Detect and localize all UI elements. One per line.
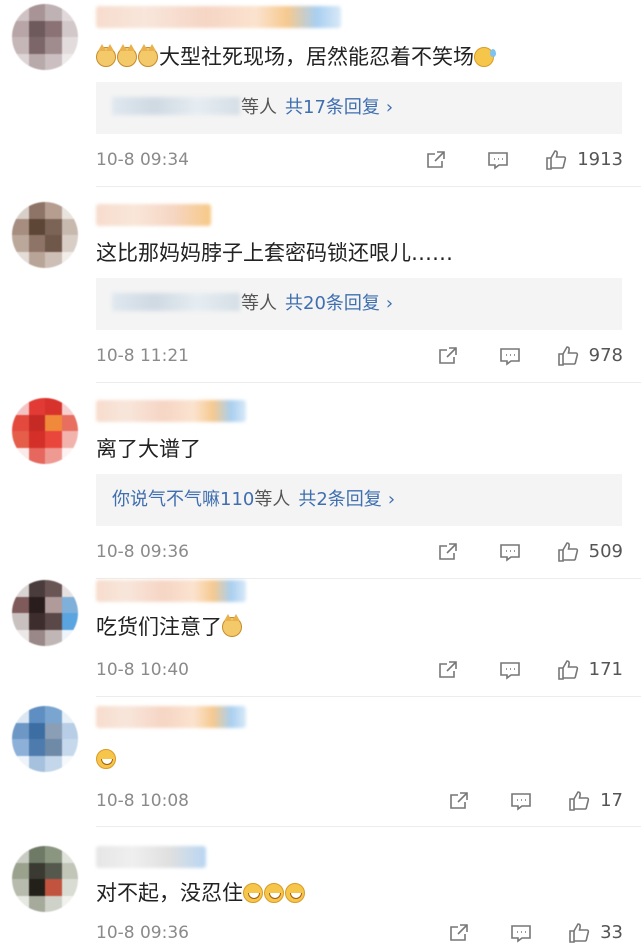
username[interactable] — [96, 846, 206, 868]
comment-meta: 10-8 11:21 978 — [96, 341, 623, 371]
comment-meta: 10-8 10:40 171 — [96, 655, 623, 685]
reply-count-link[interactable]: 共17条回复 — [285, 97, 380, 118]
divider — [96, 578, 641, 579]
like-count: 509 — [588, 541, 623, 562]
avatar[interactable] — [12, 580, 78, 646]
laugh-cry-emoji-icon — [243, 883, 263, 903]
comment-text: 这比那妈妈脖子上套密码锁还哏儿…… — [96, 241, 453, 265]
reply-count-link[interactable]: 共20条回复 — [285, 293, 380, 314]
username[interactable] — [96, 580, 246, 602]
comment-icon[interactable] — [497, 657, 523, 683]
like-icon[interactable] — [555, 539, 581, 565]
reply-username[interactable]: 你说气不气嘛110 — [112, 489, 254, 510]
like-count: 1913 — [577, 149, 623, 170]
comment-actions: 509 — [435, 537, 623, 567]
like-count: 33 — [600, 922, 623, 943]
comment-icon[interactable] — [508, 920, 534, 946]
timestamp: 10-8 09:36 — [96, 542, 189, 562]
username[interactable] — [96, 400, 246, 422]
avatar[interactable] — [12, 846, 78, 912]
share-icon[interactable] — [423, 147, 449, 173]
comment-actions: 33 — [446, 918, 623, 948]
timestamp: 10-8 09:36 — [96, 923, 189, 943]
divider — [96, 826, 641, 827]
avatar[interactable] — [12, 4, 78, 70]
comment-text: 吃货们注意了 — [96, 612, 627, 642]
timestamp: 10-8 11:21 — [96, 346, 189, 366]
comment-icon[interactable] — [508, 788, 534, 814]
divider — [96, 382, 641, 383]
comment-meta: 10-8 09:34 1913 — [96, 145, 623, 175]
comment-text: 离了大谱了 — [96, 437, 201, 461]
laugh-cry-emoji-icon — [264, 883, 284, 903]
like-icon[interactable] — [543, 147, 569, 173]
sweat-smile-emoji-icon — [474, 47, 496, 67]
share-icon[interactable] — [435, 343, 461, 369]
avatar[interactable] — [12, 706, 78, 772]
divider — [96, 696, 641, 697]
like-icon[interactable] — [555, 657, 581, 683]
timestamp: 10-8 10:08 — [96, 791, 189, 811]
share-icon[interactable] — [435, 539, 461, 565]
timestamp: 10-8 10:40 — [96, 660, 189, 680]
like-icon[interactable] — [566, 788, 592, 814]
reply-count-link[interactable]: 共2条回复 — [298, 489, 381, 510]
comment-text: 对不起，没忍住 — [96, 878, 627, 908]
chevron-right-icon: › — [387, 489, 396, 510]
avatar[interactable] — [12, 398, 78, 464]
comment-meta: 10-8 09:36 509 — [96, 537, 623, 567]
doge-emoji-icon — [117, 44, 137, 67]
reply-usernames — [112, 293, 240, 311]
reply-summary[interactable]: 你说气不气嘛110等人 共2条回复 › — [96, 474, 622, 526]
username[interactable] — [96, 204, 211, 226]
comment-text: 大型社死现场，居然能忍着不笑场 — [96, 42, 627, 72]
reply-usernames — [112, 97, 240, 115]
comment-text — [96, 744, 627, 774]
laugh-cry-emoji-icon — [96, 749, 116, 769]
chevron-right-icon: › — [385, 293, 394, 314]
comment-icon[interactable] — [497, 343, 523, 369]
reply-summary[interactable]: 等人 共17条回复 › — [96, 82, 622, 134]
chevron-right-icon: › — [385, 97, 394, 118]
comment-meta: 10-8 09:36 33 — [96, 918, 623, 948]
laugh-cry-emoji-icon — [285, 883, 305, 903]
username[interactable] — [96, 6, 341, 28]
username[interactable] — [96, 706, 246, 728]
comment-icon[interactable] — [485, 147, 511, 173]
like-count: 17 — [600, 790, 623, 811]
divider — [96, 186, 641, 187]
share-icon[interactable] — [446, 920, 472, 946]
comment-icon[interactable] — [497, 539, 523, 565]
doge-emoji-icon — [96, 44, 116, 67]
comment-actions: 978 — [435, 341, 623, 371]
comment-actions: 171 — [435, 655, 623, 685]
like-icon[interactable] — [566, 920, 592, 946]
doge-emoji-icon — [138, 44, 158, 67]
avatar[interactable] — [12, 202, 78, 268]
comment-meta: 10-8 10:08 17 — [96, 786, 623, 816]
reply-summary[interactable]: 等人 共20条回复 › — [96, 278, 622, 330]
like-count: 171 — [588, 659, 623, 680]
doge-emoji-icon — [222, 614, 242, 637]
like-icon[interactable] — [555, 343, 581, 369]
comment-actions: 1913 — [423, 145, 623, 175]
comment-actions: 17 — [446, 786, 623, 816]
share-icon[interactable] — [446, 788, 472, 814]
timestamp: 10-8 09:34 — [96, 150, 189, 170]
like-count: 978 — [588, 345, 623, 366]
share-icon[interactable] — [435, 657, 461, 683]
